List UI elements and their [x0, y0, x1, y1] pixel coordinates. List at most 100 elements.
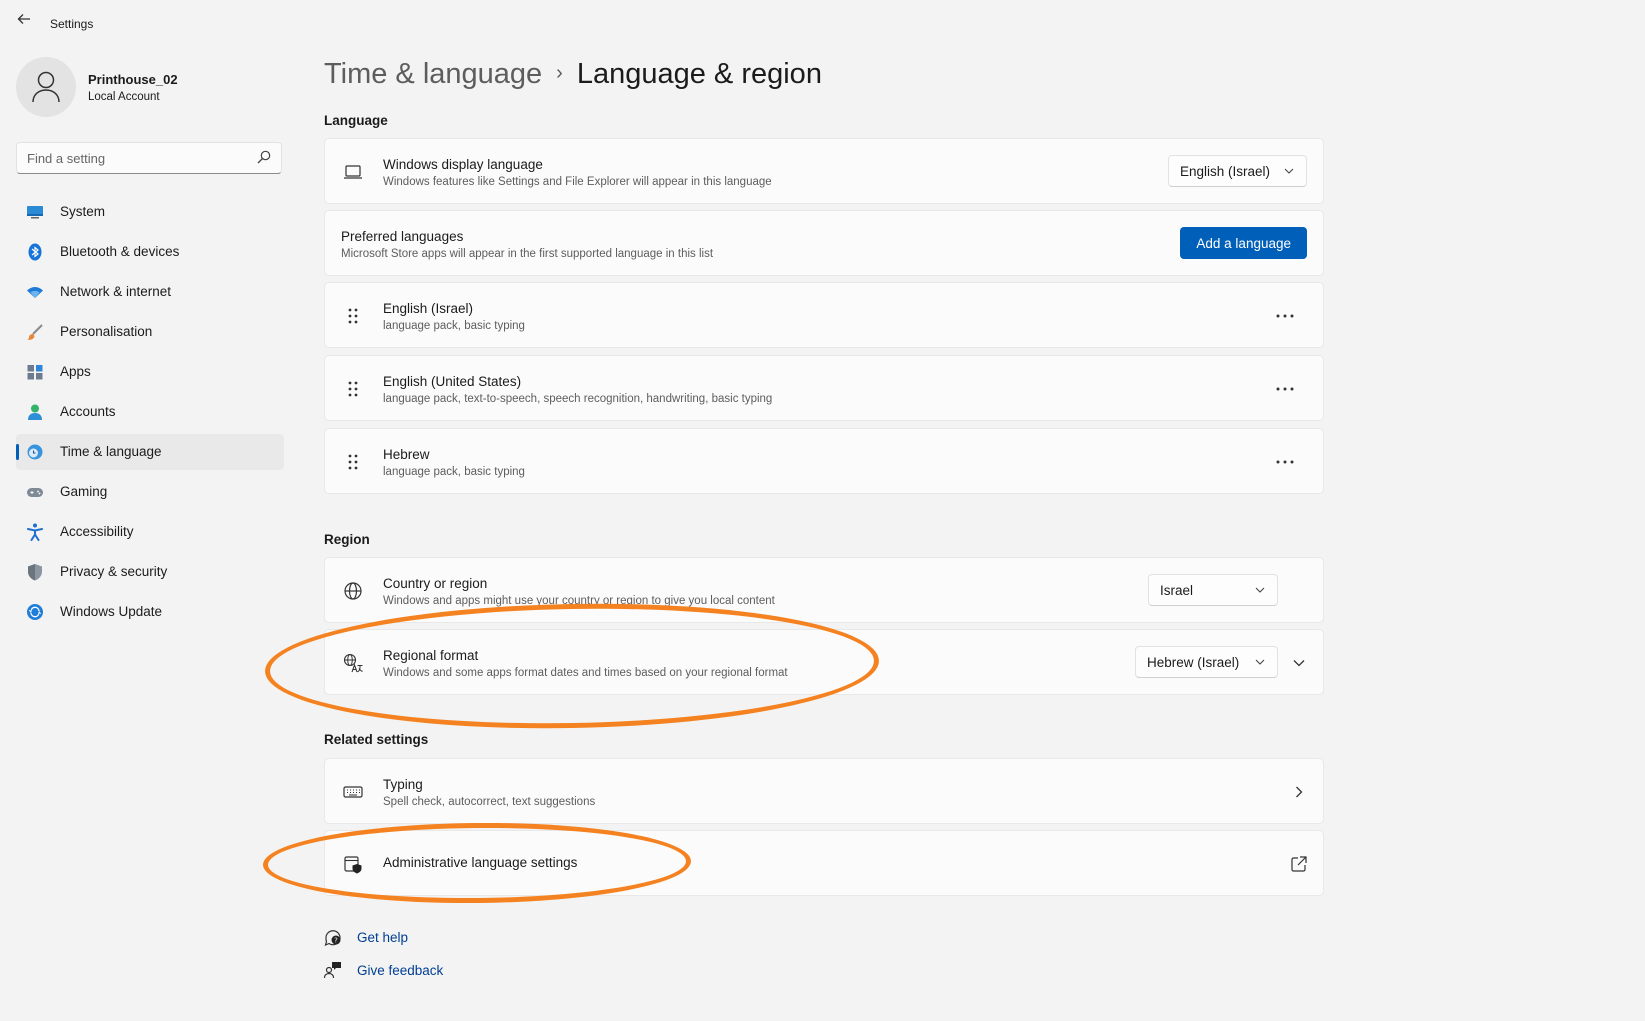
section-title-region: Region — [324, 532, 370, 547]
wifi-icon — [27, 287, 43, 298]
drag-handle-icon[interactable] — [348, 454, 358, 470]
typing-title: Typing — [383, 777, 423, 792]
breadcrumb: Time & language › Language & region — [324, 58, 822, 91]
sidebar-item-bluetooth[interactable]: Bluetooth & devices — [16, 234, 284, 270]
sidebar-item-gaming[interactable]: Gaming — [16, 474, 284, 510]
sidebar-item-apps[interactable]: Apps — [16, 354, 284, 390]
language-name: English (Israel) — [383, 301, 474, 316]
windows-display-language-card: Windows display language Windows feature… — [324, 138, 1324, 204]
chevron-down-icon — [1255, 587, 1265, 593]
sidebar-item-personalisation[interactable]: Personalisation — [16, 314, 284, 350]
help-icon: ? — [324, 930, 341, 946]
svg-text:?: ? — [334, 937, 338, 945]
bluetooth-icon — [28, 243, 42, 261]
typing-subtitle: Spell check, autocorrect, text suggestio… — [383, 796, 596, 808]
user-profile[interactable]: Printhouse_02 Local Account — [16, 57, 286, 117]
regional-format-icon — [343, 653, 363, 673]
external-link-icon — [1291, 856, 1307, 872]
sidebar-item-windows-update[interactable]: Windows Update — [16, 594, 284, 630]
sidebar-item-accounts[interactable]: Accounts — [16, 394, 284, 430]
time-language-icon — [27, 444, 43, 460]
back-button[interactable] — [14, 12, 34, 32]
more-options-icon[interactable] — [1273, 306, 1297, 326]
regional-format-card[interactable]: Regional format Windows and some apps fo… — [324, 629, 1324, 695]
sidebar-item-system[interactable]: System — [16, 194, 284, 230]
language-name: Hebrew — [383, 447, 430, 462]
keyboard-icon — [343, 786, 363, 798]
profile-name: Printhouse_02 — [88, 72, 178, 87]
sidebar-item-label: System — [60, 204, 106, 219]
give-feedback-label: Give feedback — [357, 963, 444, 978]
sidebar-item-label: Bluetooth & devices — [60, 244, 180, 259]
country-region-card: Country or region Windows and apps might… — [324, 557, 1324, 623]
drag-handle-icon[interactable] — [348, 308, 358, 324]
breadcrumb-separator: › — [556, 62, 563, 84]
sidebar-item-label: Time & language — [60, 444, 162, 459]
sidebar-item-label: Personalisation — [60, 324, 153, 339]
country-region-subtitle: Windows and apps might use your country … — [383, 595, 775, 607]
sidebar-nav: System Bluetooth & devices Network & int… — [16, 194, 284, 634]
shield-icon — [28, 564, 42, 581]
dropdown-value: Israel — [1160, 583, 1194, 598]
laptop-icon — [344, 165, 362, 179]
section-title-language: Language — [324, 113, 388, 128]
windows-display-language-title: Windows display language — [383, 157, 543, 172]
sidebar-item-label: Accounts — [60, 404, 116, 419]
sidebar-item-accessibility[interactable]: Accessibility — [16, 514, 284, 550]
sidebar-item-label: Privacy & security — [60, 564, 168, 579]
language-features: language pack, basic typing — [383, 466, 525, 478]
display-language-dropdown[interactable]: English (Israel) — [1168, 155, 1307, 187]
language-row: Hebrew language pack, basic typing — [324, 428, 1324, 494]
gaming-icon — [27, 488, 43, 497]
person-icon — [32, 71, 60, 103]
sidebar-item-label: Accessibility — [60, 524, 134, 539]
sidebar-item-time-language[interactable]: Time & language — [16, 434, 284, 470]
sidebar: Printhouse_02 Local Account System Bluet… — [0, 48, 300, 1008]
country-region-dropdown[interactable]: Israel — [1148, 574, 1278, 606]
preferred-languages-subtitle: Microsoft Store apps will appear in the … — [341, 248, 714, 260]
expand-chevron-icon[interactable] — [1289, 653, 1309, 673]
sidebar-item-network[interactable]: Network & internet — [16, 274, 284, 310]
sidebar-item-label: Gaming — [60, 484, 108, 499]
update-icon — [27, 604, 43, 620]
typing-card[interactable]: Typing Spell check, autocorrect, text su… — [324, 758, 1324, 824]
dropdown-value: English (Israel) — [1180, 164, 1271, 179]
regional-format-subtitle: Windows and some apps format dates and t… — [383, 667, 788, 679]
apps-icon — [27, 365, 43, 380]
get-help-label: Get help — [357, 930, 409, 945]
globe-icon — [344, 582, 362, 600]
sidebar-item-label: Network & internet — [60, 284, 172, 299]
add-language-button[interactable]: Add a language — [1180, 227, 1307, 259]
dropdown-value: Hebrew (Israel) — [1147, 655, 1240, 670]
regional-format-title: Regional format — [383, 648, 479, 663]
preferred-languages-title: Preferred languages — [341, 229, 464, 244]
sidebar-item-label: Windows Update — [60, 604, 163, 619]
chevron-down-icon — [1255, 659, 1265, 665]
sidebar-item-label: Apps — [60, 364, 91, 379]
more-options-icon[interactable] — [1273, 452, 1297, 472]
administrative-language-settings-card[interactable]: Administrative language settings — [324, 830, 1324, 896]
page-title: Language & region — [576, 58, 822, 90]
country-region-title: Country or region — [383, 576, 488, 591]
regional-format-dropdown[interactable]: Hebrew (Israel) — [1135, 646, 1278, 678]
preferred-languages-card: Preferred languages Microsoft Store apps… — [324, 210, 1324, 276]
profile-account-type: Local Account — [88, 91, 160, 103]
chevron-right-icon — [1296, 786, 1303, 798]
administrative-language-settings-title: Administrative language settings — [383, 855, 578, 870]
breadcrumb-parent-link[interactable]: Time & language — [324, 58, 542, 90]
search-icon[interactable] — [257, 150, 271, 164]
drag-handle-icon[interactable] — [348, 381, 358, 397]
system-icon — [27, 206, 43, 219]
windows-display-language-subtitle: Windows features like Settings and File … — [383, 176, 772, 188]
title-bar: Settings — [0, 0, 1645, 48]
chevron-down-icon — [1284, 168, 1294, 174]
sidebar-item-privacy-security[interactable]: Privacy & security — [16, 554, 284, 590]
more-options-icon[interactable] — [1273, 379, 1297, 399]
search-input[interactable] — [17, 143, 267, 173]
accounts-icon — [28, 404, 42, 420]
feedback-icon — [324, 962, 341, 979]
language-features: language pack, text-to-speech, speech re… — [383, 393, 773, 405]
brush-icon — [27, 324, 43, 340]
language-row: English (Israel) language pack, basic ty… — [324, 282, 1324, 348]
admin-shield-icon — [344, 856, 362, 874]
